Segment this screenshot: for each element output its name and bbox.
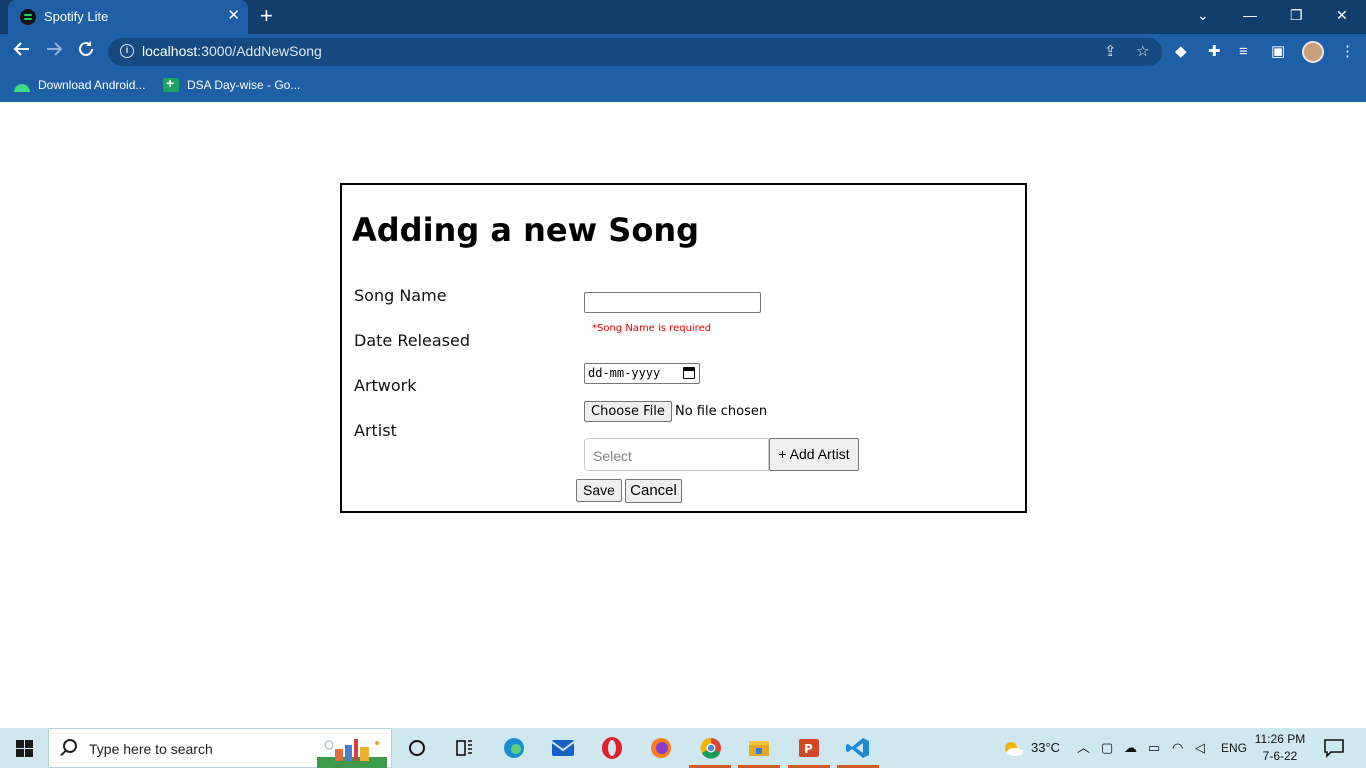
close-window-button[interactable]: ✕ [1336,5,1348,25]
weather-sun-icon[interactable] [1000,736,1026,760]
wifi-icon[interactable]: ◠ [1172,739,1183,757]
calendar-icon[interactable] [683,367,695,379]
cortana-icon[interactable] [404,736,430,760]
url-text[interactable]: localhost:3000/AddNewSong [142,43,322,59]
powerpoint-icon[interactable]: P [796,736,822,760]
clock-date: 7-6-22 [1262,749,1298,763]
browser-toolbar: i localhost:3000/AddNewSong ⇪ ☆ ◆ ✚ ≡ ▣ … [0,34,1366,70]
taskbar-search-placeholder: Type here to search [89,741,213,757]
extension-icon[interactable]: ◆ [1175,42,1187,62]
show-hidden-icons-chevron-icon[interactable]: ︿ [1077,739,1090,757]
site-info-icon[interactable]: i [120,44,134,58]
save-button[interactable]: Save [576,479,622,502]
artist-select[interactable]: Select [584,438,769,471]
artwork-label: Artwork [354,376,417,395]
volume-icon[interactable]: ◁ [1195,739,1205,757]
cancel-button[interactable]: Cancel [625,479,682,503]
date-placeholder: dd-mm-yyyy [588,366,661,380]
taskbar-search-box[interactable]: Type here to search [48,728,392,768]
tab-title: Spotify Lite [44,9,109,24]
address-bar[interactable]: i localhost:3000/AddNewSong ⇪ ☆ [108,38,1162,66]
mail-icon[interactable] [550,736,576,760]
taskbar-clock[interactable]: 11:26 PM 7-6-22 [1254,731,1306,765]
puzzle-extensions-icon[interactable]: ✚ [1208,42,1221,62]
artist-label: Artist [354,421,397,440]
reading-list-icon[interactable]: ≡ [1239,42,1248,62]
song-name-label: Song Name [354,286,447,305]
forward-arrow-icon[interactable] [42,40,66,64]
page-title: Adding a new Song [352,211,700,249]
meet-now-icon[interactable]: ▢ [1101,739,1113,757]
firefox-icon[interactable] [648,736,674,760]
weather-temperature[interactable]: 33°C [1031,739,1060,757]
song-name-error: *Song Name is required [592,323,712,334]
google-sheets-icon [163,75,179,92]
bookmark-star-icon[interactable]: ☆ [1136,42,1149,62]
new-tab-button[interactable]: + [260,4,273,28]
date-released-label: Date Released [354,331,470,350]
close-tab-icon[interactable]: ✕ [227,7,240,25]
profile-avatar[interactable] [1302,41,1324,63]
bookmarks-bar: Download Android... DSA Day-wise - Go... [0,70,1366,102]
file-explorer-icon[interactable] [746,736,772,760]
choose-file-button[interactable]: Choose File [584,401,672,422]
tab-search-chevron-icon[interactable]: ⌄ [1197,5,1209,25]
android-icon [14,84,30,92]
battery-icon[interactable]: ▭ [1148,739,1160,757]
file-status-text: No file chosen [675,404,768,419]
song-name-input[interactable] [584,292,761,313]
side-panel-icon[interactable]: ▣ [1271,42,1285,62]
bookmark-dsa-day-wise[interactable]: DSA Day-wise - Go... [163,75,300,93]
bookmark-download-android[interactable]: Download Android... [14,77,145,93]
task-view-icon[interactable] [451,736,477,760]
onedrive-cloud-icon[interactable]: ☁ [1124,739,1137,757]
restore-button[interactable]: ❐ [1290,5,1303,25]
artist-select-placeholder: Select [593,448,632,464]
back-arrow-icon[interactable] [10,40,34,64]
share-icon[interactable]: ⇪ [1104,42,1117,62]
search-highlight-illustration [317,739,387,768]
spotify-icon [20,9,36,25]
browser-tab[interactable]: Spotify Lite ✕ [8,0,248,34]
add-artist-button[interactable]: + Add Artist [769,438,859,471]
edge-icon[interactable] [501,736,527,760]
windows-start-icon[interactable] [16,740,33,757]
date-released-input[interactable]: dd-mm-yyyy [584,363,700,384]
windows-taskbar: Type here to search P 33°C ︿ ▢ ☁ ▭ ◠ ◁ E… [0,728,1366,768]
vscode-icon[interactable] [845,736,871,760]
minimize-button[interactable]: — [1243,5,1257,25]
notification-center-icon[interactable] [1321,736,1347,760]
opera-icon[interactable] [599,736,625,760]
reload-icon[interactable] [74,40,98,64]
input-language[interactable]: ENG [1221,739,1247,757]
add-song-form: Adding a new Song Song Name Date Release… [340,183,1027,513]
search-icon [63,739,77,753]
browser-tab-strip: Spotify Lite ✕ + ⌄ — ❐ ✕ [0,0,1366,34]
menu-kebab-icon[interactable]: ⋮ [1340,42,1355,62]
svg-text:P: P [804,742,813,756]
chrome-icon[interactable] [698,736,724,760]
clock-time: 11:26 PM [1254,732,1306,746]
